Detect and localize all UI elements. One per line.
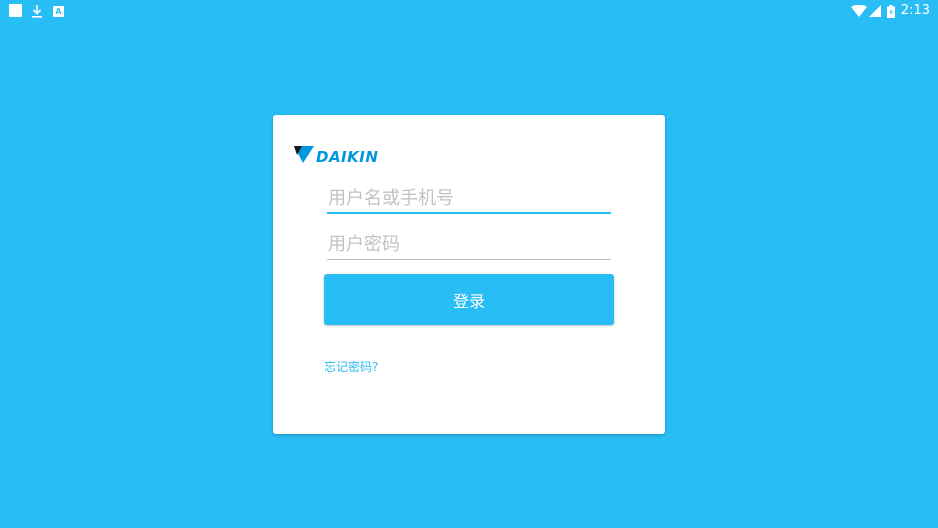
download-icon	[32, 5, 42, 18]
password-input[interactable]	[327, 230, 611, 260]
daikin-logo: DAIKIN	[294, 146, 378, 166]
system-status: 2:13	[850, 3, 930, 19]
wifi-icon	[850, 5, 867, 17]
username-input[interactable]	[327, 184, 611, 214]
battery-icon	[886, 4, 895, 18]
daikin-logo-text: DAIKIN	[316, 148, 378, 166]
notification-area	[9, 4, 22, 17]
login-button[interactable]: 登录	[324, 274, 614, 325]
square-notification-icon	[9, 4, 22, 17]
forgot-password-link[interactable]: 忘记密码?	[324, 358, 378, 375]
status-bar: A 2:13	[0, 0, 938, 24]
login-card: DAIKIN 登录 忘记密码?	[273, 115, 665, 434]
app-a-icon: A	[53, 6, 64, 17]
signal-icon	[868, 5, 881, 17]
status-time: 2:13	[900, 3, 930, 18]
